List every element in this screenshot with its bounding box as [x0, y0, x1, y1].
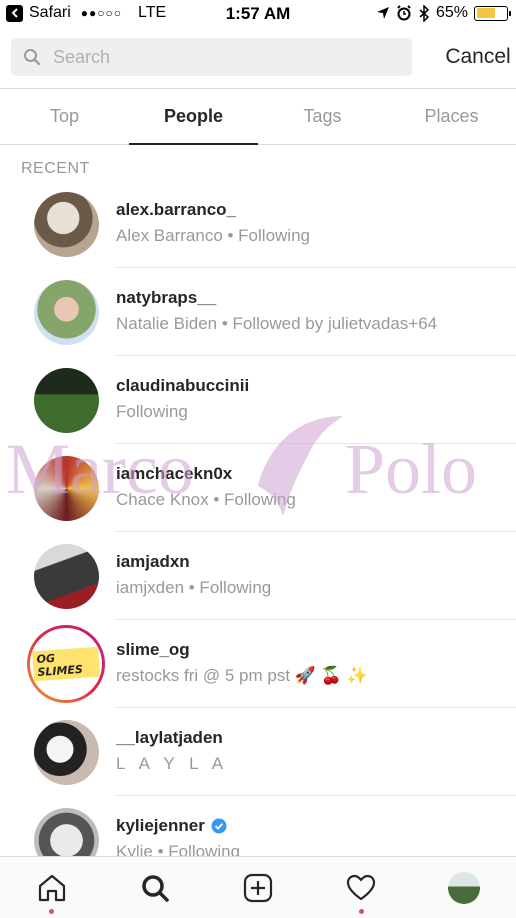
list-item[interactable]: natybraps__ Natalie Biden • Followed by …: [0, 268, 516, 356]
nav-home[interactable]: [0, 857, 103, 918]
nav-profile[interactable]: [413, 857, 516, 918]
username: iamjadxn: [116, 552, 190, 571]
nav-search[interactable]: [103, 857, 206, 918]
search-tabs: Top People Tags Places: [0, 88, 516, 145]
recent-results-list: alex.barranco_ Alex Barranco • Following…: [0, 180, 516, 884]
username-row: kyliejenner: [116, 816, 240, 836]
username: claudinabuccinii: [116, 376, 250, 395]
list-item[interactable]: OG SLIMES slime_og restocks fri @ 5 pm p…: [0, 620, 516, 708]
user-subtitle: L A Y L A: [116, 754, 229, 773]
home-notification-dot: [49, 909, 55, 914]
username: kyliejenner: [116, 816, 205, 835]
user-subtitle: restocks fri @ 5 pm pst 🚀 🍒 ✨: [116, 666, 368, 685]
username: alex.barranco_: [116, 200, 237, 219]
search-icon: [24, 49, 41, 66]
list-item[interactable]: iamjadxn iamjxden • Following: [0, 532, 516, 620]
list-item[interactable]: alex.barranco_ Alex Barranco • Following: [0, 180, 516, 268]
avatar: OG SLIMES: [30, 628, 102, 700]
location-icon: [376, 7, 389, 19]
username: slime_og: [116, 640, 190, 659]
tab-top[interactable]: Top: [0, 89, 129, 144]
avatar: [34, 191, 99, 257]
add-post-icon: [243, 873, 273, 902]
search-icon: [142, 874, 169, 902]
avatar: [34, 719, 99, 785]
username: __laylatjaden: [116, 728, 223, 747]
list-item[interactable]: iamchacekn0x Chace Knox • Following: [0, 444, 516, 532]
battery-percent: 65%: [435, 4, 468, 21]
username: natybraps__: [116, 288, 217, 307]
avatar: [34, 543, 99, 609]
user-subtitle: Following: [116, 402, 188, 421]
verified-badge-icon: [211, 818, 227, 834]
heart-icon: [347, 874, 376, 900]
activity-notification-dot: [358, 909, 364, 914]
status-right: 65%: [376, 4, 511, 22]
alarm-icon: [397, 5, 411, 21]
cancel-button[interactable]: Cancel: [429, 45, 516, 69]
user-subtitle: Natalie Biden • Followed by julietvadas+…: [116, 314, 438, 333]
profile-avatar: [448, 871, 481, 904]
user-subtitle: iamjxden • Following: [116, 578, 272, 597]
nav-activity[interactable]: [310, 857, 413, 918]
search-row: Cancel: [11, 38, 516, 76]
username: iamchacekn0x: [116, 464, 233, 483]
user-subtitle: Alex Barranco • Following: [116, 226, 310, 245]
avatar: [34, 367, 99, 433]
section-title-recent: RECENT: [21, 160, 90, 177]
user-subtitle: Chace Knox • Following: [116, 490, 296, 509]
search-box[interactable]: [11, 38, 412, 76]
tab-tags[interactable]: Tags: [258, 89, 387, 144]
og-slimes-logo: OG SLIMES: [32, 646, 100, 682]
status-bar: Safari ●●○○○ LTE 1:57 AM 65%: [0, 0, 516, 28]
search-input[interactable]: [53, 46, 373, 68]
avatar: [34, 455, 99, 521]
nav-new-post[interactable]: [206, 857, 309, 918]
avatar-story-ring[interactable]: OG SLIMES: [27, 625, 105, 703]
bottom-tab-bar: [0, 856, 516, 918]
avatar: [34, 279, 99, 345]
home-icon: [38, 874, 65, 901]
tab-places[interactable]: Places: [387, 89, 516, 144]
list-item[interactable]: __laylatjaden L A Y L A: [0, 708, 516, 796]
bluetooth-icon: [419, 4, 430, 22]
battery-level: [476, 8, 496, 18]
list-item[interactable]: claudinabuccinii Following: [0, 356, 516, 444]
battery-icon: [474, 5, 511, 21]
tab-people[interactable]: People: [129, 89, 258, 145]
